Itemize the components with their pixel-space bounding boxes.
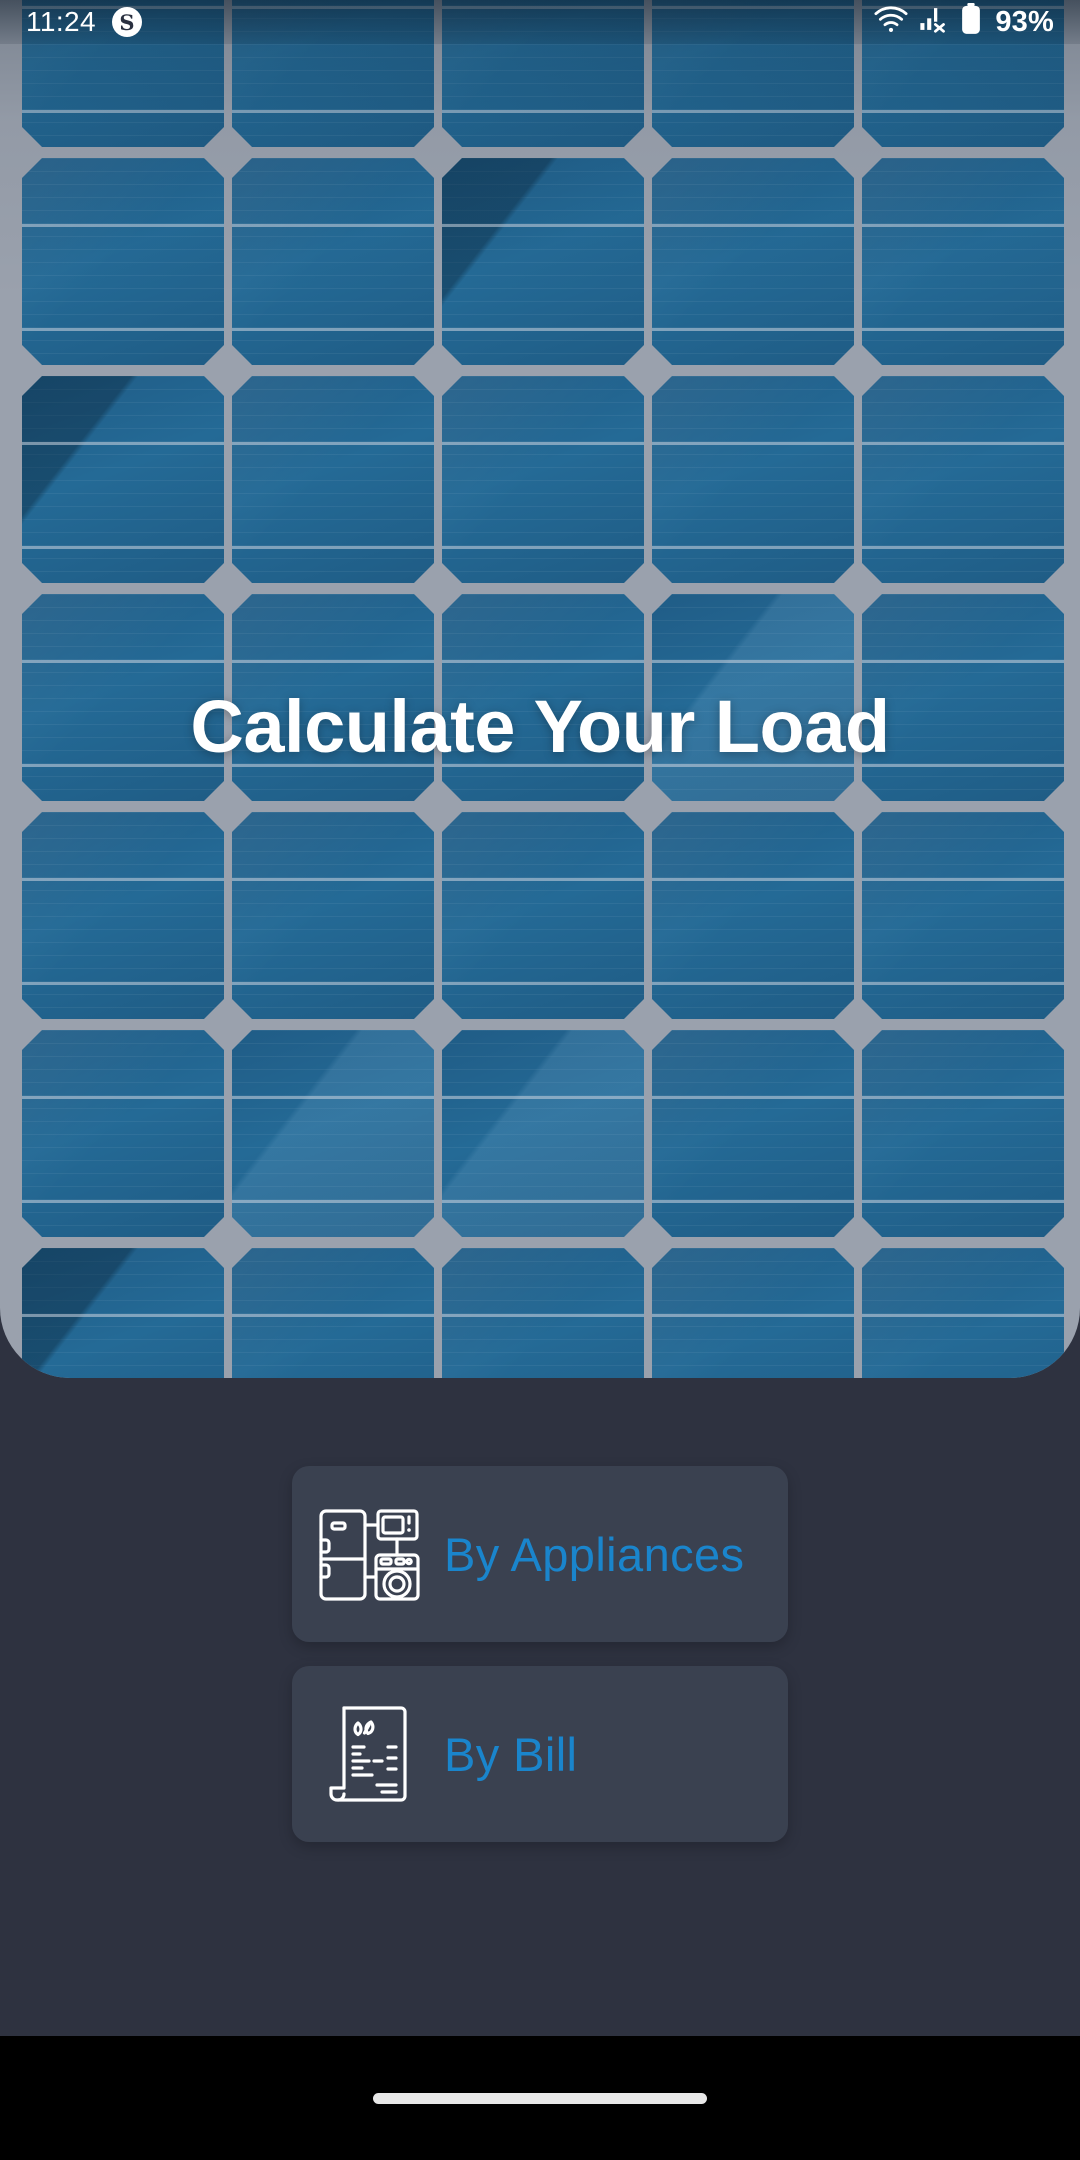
by-bill-button[interactable]: By Bill — [292, 1666, 788, 1842]
solar-cell — [652, 812, 854, 1019]
skype-notification-icon: S — [112, 7, 142, 37]
solar-cell — [232, 376, 434, 583]
cellular-no-service-icon — [919, 5, 949, 40]
solar-cell — [22, 376, 224, 583]
solar-cell — [22, 1030, 224, 1237]
action-button-group: By Appliances By Bill — [292, 1466, 788, 1842]
solar-cell — [22, 158, 224, 365]
battery-icon — [960, 2, 982, 42]
status-bar: 11:24 S 93% — [0, 0, 1080, 44]
solar-cell — [862, 1030, 1064, 1237]
solar-cell — [652, 376, 854, 583]
bill-icon — [292, 1701, 444, 1807]
solar-cell — [232, 1030, 434, 1237]
solar-cell — [652, 158, 854, 365]
solar-cell — [862, 1248, 1064, 1378]
battery-percent-label: 93% — [995, 5, 1054, 38]
solar-cell — [22, 812, 224, 1019]
solar-cell — [232, 812, 434, 1019]
system-navigation-bar — [0, 2036, 1080, 2160]
home-indicator-pill[interactable] — [373, 2092, 707, 2104]
app-root: Calculate Your Load 11:24 S 93% By Appli… — [0, 0, 1080, 2160]
solar-cell — [862, 158, 1064, 365]
by-appliances-button[interactable]: By Appliances — [292, 1466, 788, 1642]
solar-cell — [442, 376, 644, 583]
solar-cell — [652, 1030, 854, 1237]
solar-cell — [232, 1248, 434, 1378]
status-bar-clock: 11:24 — [26, 6, 96, 37]
hero-solar-panel-image: Calculate Your Load — [0, 0, 1080, 1378]
solar-cell — [442, 1248, 644, 1378]
solar-cell — [22, 1248, 224, 1378]
by-appliances-label: By Appliances — [444, 1527, 745, 1581]
solar-cell — [442, 812, 644, 1019]
page-title: Calculate Your Load — [190, 685, 890, 768]
solar-cell — [862, 376, 1064, 583]
solar-cell — [442, 158, 644, 365]
solar-cell — [232, 158, 434, 365]
appliances-icon — [292, 1501, 444, 1607]
solar-cell — [652, 1248, 854, 1378]
solar-cell — [442, 1030, 644, 1237]
wifi-icon — [874, 5, 908, 40]
status-bar-left: 11:24 S — [26, 6, 142, 38]
solar-cell — [862, 812, 1064, 1019]
status-bar-right: 93% — [874, 2, 1054, 42]
by-bill-label: By Bill — [444, 1727, 578, 1781]
